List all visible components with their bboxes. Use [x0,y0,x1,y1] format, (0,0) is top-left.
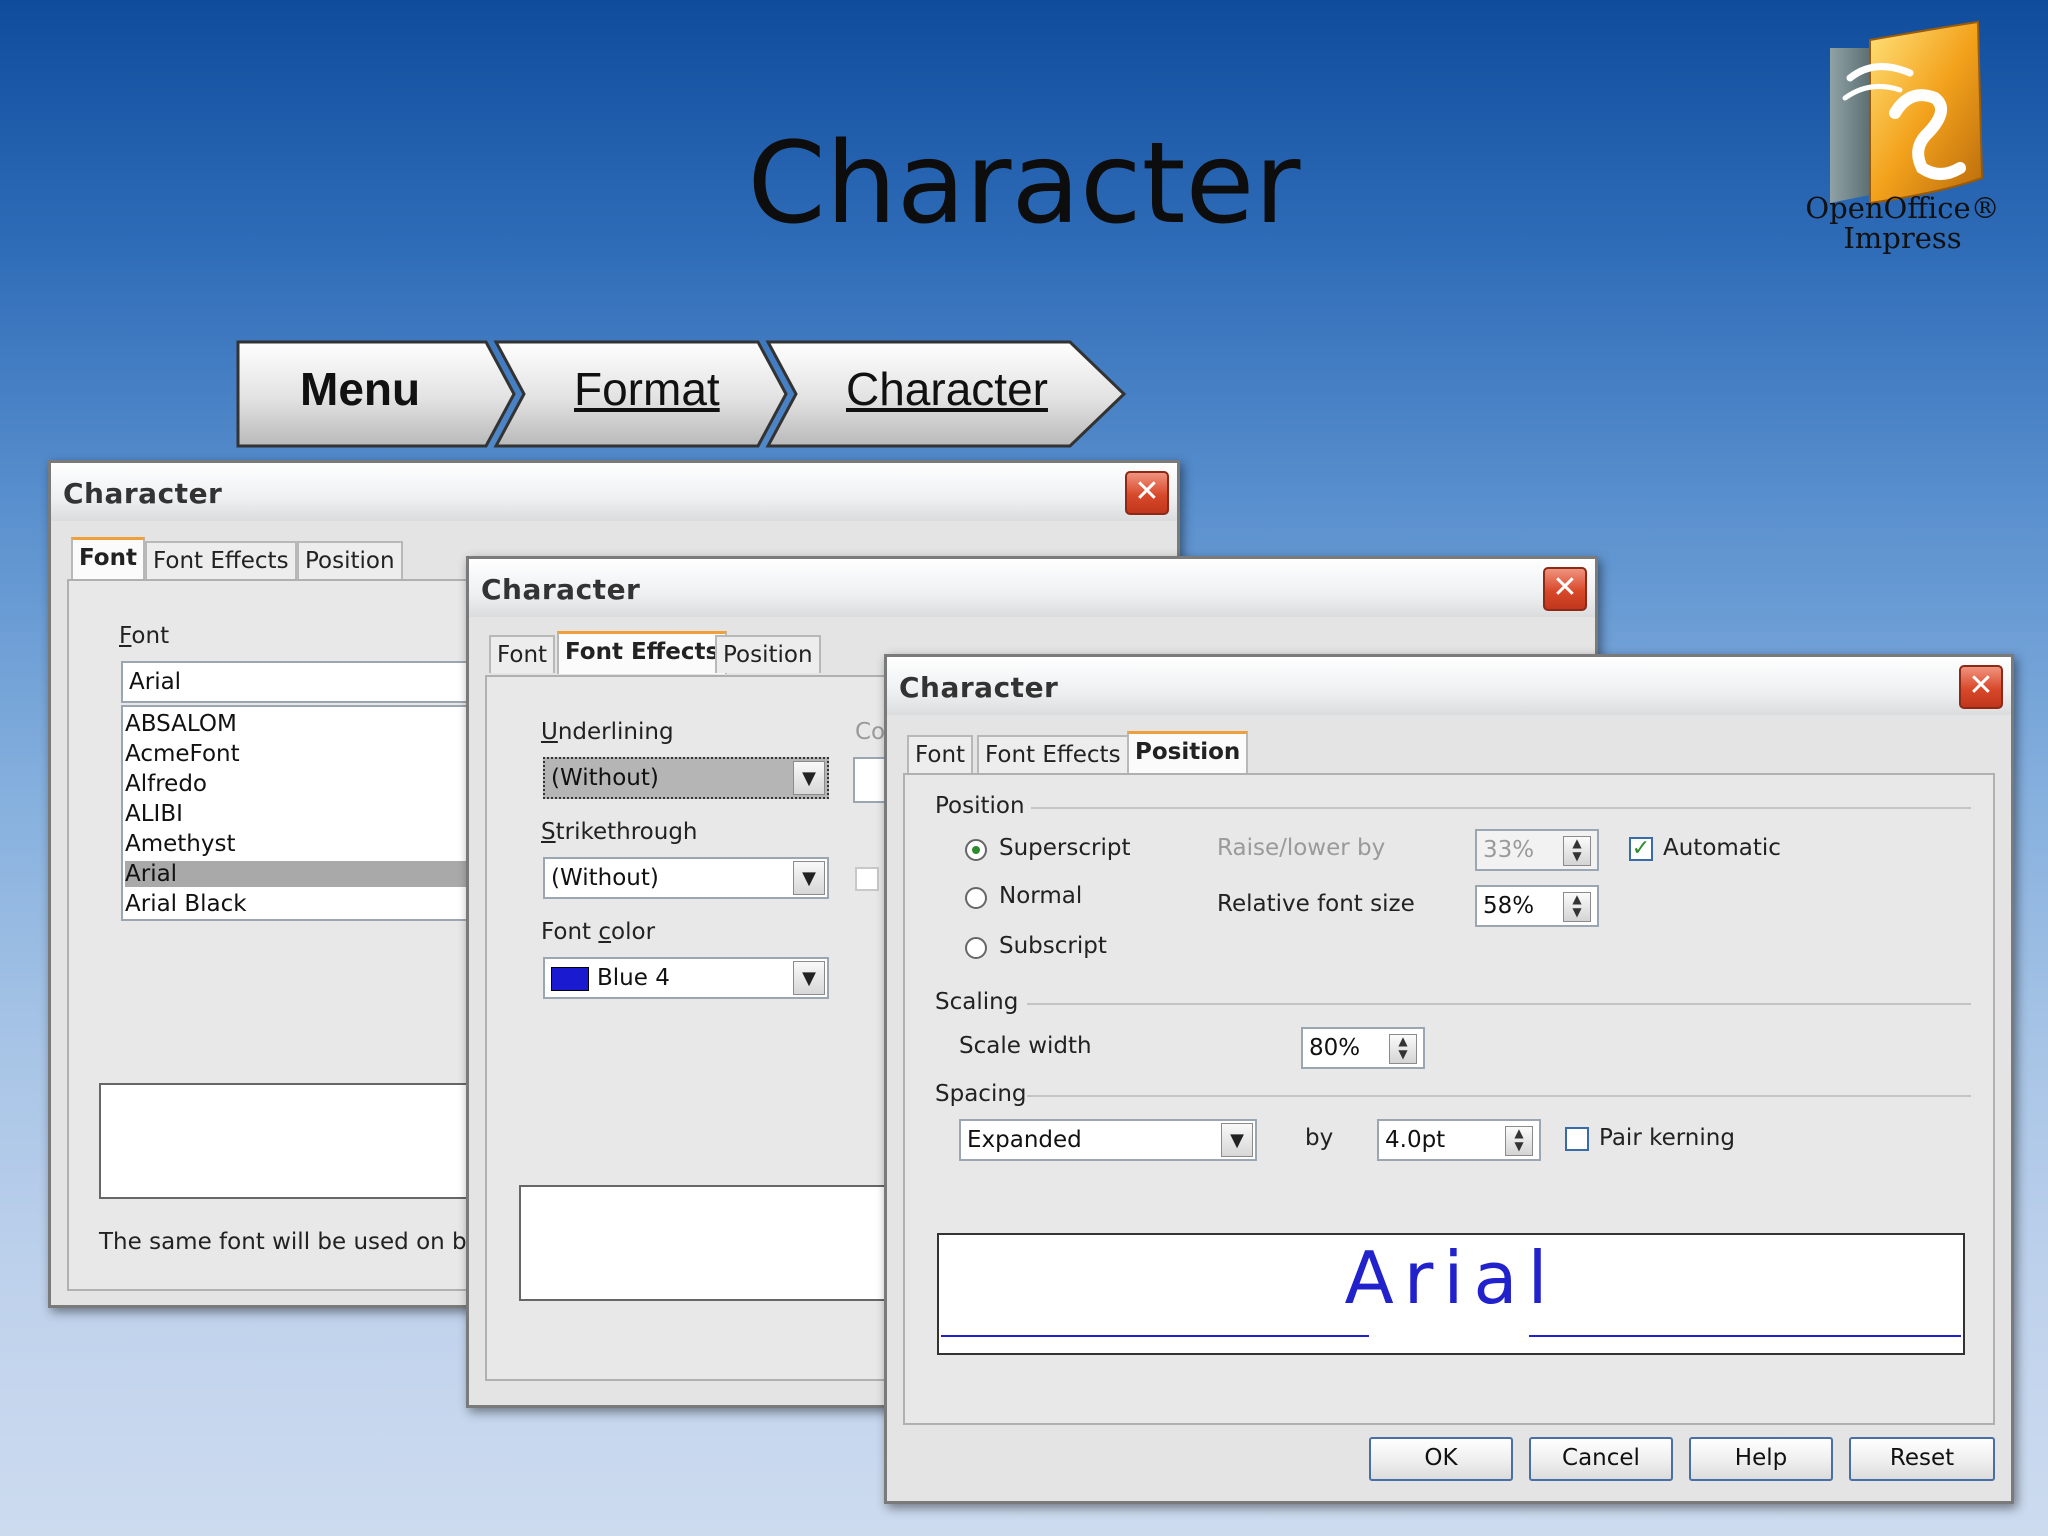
close-icon[interactable]: ✕ [1959,665,2003,709]
font-preview-box [99,1083,523,1199]
character-dialog-position: Character ✕ Font Font Effects Position P… [884,654,2014,1504]
effects-preview-box [519,1185,943,1301]
tab-position[interactable]: Position [715,635,821,673]
normal-label: Normal [999,883,1083,909]
spacing-value: Expanded [967,1127,1082,1153]
section-divider [1027,1003,1971,1005]
scale-width-input[interactable]: 80% ▲ ▼ [1301,1027,1425,1069]
preview-baseline-right [1529,1335,1961,1337]
close-icon[interactable]: ✕ [1543,567,1587,611]
tab-panel: Position Superscript Normal Subscript Ra… [903,773,1995,1425]
chevron-down-icon[interactable]: ▼ [793,861,825,895]
font-color-label: Font color [541,919,656,945]
spin-icon[interactable]: ▲ ▼ [1563,836,1591,866]
dialog-titlebar: Character ✕ [469,559,1595,617]
chevron-down-icon[interactable]: ▼ [793,961,825,995]
pair-kerning-label: Pair kerning [1599,1125,1735,1151]
raise-lower-input[interactable]: 33% ▲ ▼ [1475,829,1599,871]
raise-lower-value: 33% [1483,837,1535,863]
preview-baseline-left [941,1335,1369,1337]
relative-font-size-value: 58% [1483,893,1535,919]
strikethrough-value: (Without) [551,865,659,891]
tab-font-effects[interactable]: Font Effects [557,631,728,674]
tab-font-effects[interactable]: Font Effects [977,735,1129,773]
list-item[interactable]: ABSALOM [125,711,237,737]
relative-font-size-label: Relative font size [1217,891,1415,917]
strikethrough-label: Strikethrough [541,819,698,845]
automatic-label: Automatic [1663,835,1781,861]
spacing-select[interactable]: Expanded ▼ [959,1119,1257,1161]
relative-font-size-input[interactable]: 58% ▲ ▼ [1475,885,1599,927]
tab-position[interactable]: Position [297,541,403,579]
dialog-titlebar: Character ✕ [887,657,2011,715]
strikethrough-select[interactable]: (Without) ▼ [543,857,829,899]
logo-caption: OpenOffice® Impress [1790,193,2015,254]
subscript-radio[interactable] [965,937,987,959]
position-preview-box: Arial [937,1233,1965,1355]
spin-icon[interactable]: ▲ ▼ [1389,1034,1417,1064]
list-item[interactable]: AcmeFont [125,741,240,767]
font-color-value: Blue 4 [597,965,670,991]
by-label: by [1305,1125,1334,1151]
dialog-titlebar: Character ✕ [51,463,1177,521]
logo-line1: OpenOffice® [1805,191,2000,225]
breadcrumb-item-format: Format [574,366,720,412]
logo-line2: Impress [1843,221,1962,256]
breadcrumb-item-character: Character [846,366,1048,412]
scale-width-label: Scale width [959,1033,1092,1059]
section-divider [1027,1095,1971,1097]
breadcrumb-character-text: Character [846,363,1048,415]
list-item[interactable]: Amethyst [125,831,236,857]
same-font-note: The same font will be used on both y [99,1229,526,1255]
dialog-title: Character [63,477,223,510]
automatic-checkbox[interactable]: ✓ [1629,837,1653,861]
dialog-title: Character [899,671,1059,704]
spacing-by-input[interactable]: 4.0pt ▲ ▼ [1377,1119,1541,1161]
cancel-button[interactable]: Cancel [1529,1437,1673,1481]
spin-icon[interactable]: ▲ ▼ [1563,892,1591,922]
pair-kerning-checkbox[interactable] [1565,1127,1589,1151]
font-color-select[interactable]: Blue 4 ▼ [543,957,829,999]
scaling-section-label: Scaling [935,989,1019,1015]
raise-lower-label: Raise/lower by [1217,835,1386,861]
chevron-down-icon[interactable]: ▼ [1221,1123,1253,1157]
spin-icon[interactable]: ▲ ▼ [1505,1126,1533,1156]
chevron-down-icon[interactable]: ▼ [793,761,825,795]
dialog-title: Character [481,573,641,606]
scale-width-value: 80% [1309,1035,1361,1061]
subscript-label: Subscript [999,933,1107,959]
breadcrumb-format-text: Format [574,363,720,415]
breadcrumb-item-menu: Menu [300,363,421,415]
preview-text: Arial [1344,1236,1558,1320]
underlining-value: (Without) [551,765,659,791]
underlining-select[interactable]: (Without) ▼ [543,757,829,799]
close-icon[interactable]: ✕ [1125,471,1169,515]
list-item[interactable]: Alfredo [125,771,207,797]
tab-position[interactable]: Position [1127,731,1249,774]
slide-title: Character [747,119,1301,249]
color-swatch [551,966,589,991]
list-item[interactable]: Arial Black [125,891,247,917]
tab-font[interactable]: Font [489,635,556,673]
reset-button[interactable]: Reset [1849,1437,1995,1481]
individual-words-checkbox[interactable] [855,867,879,891]
ok-button[interactable]: OK [1369,1437,1513,1481]
spacing-by-value: 4.0pt [1385,1127,1446,1153]
font-label: Font [119,623,170,649]
underlining-label: Underlining [541,719,674,745]
help-button[interactable]: Help [1689,1437,1833,1481]
tab-font[interactable]: Font [71,537,145,580]
list-item[interactable]: ALIBI [125,801,183,827]
superscript-label: Superscript [999,835,1131,861]
tab-font-effects[interactable]: Font Effects [145,541,297,579]
normal-radio[interactable] [965,887,987,909]
section-divider [1031,807,1971,809]
spacing-section-label: Spacing [935,1081,1027,1107]
superscript-radio[interactable] [965,839,987,861]
tab-font[interactable]: Font [907,735,974,773]
position-section-label: Position [935,793,1025,819]
